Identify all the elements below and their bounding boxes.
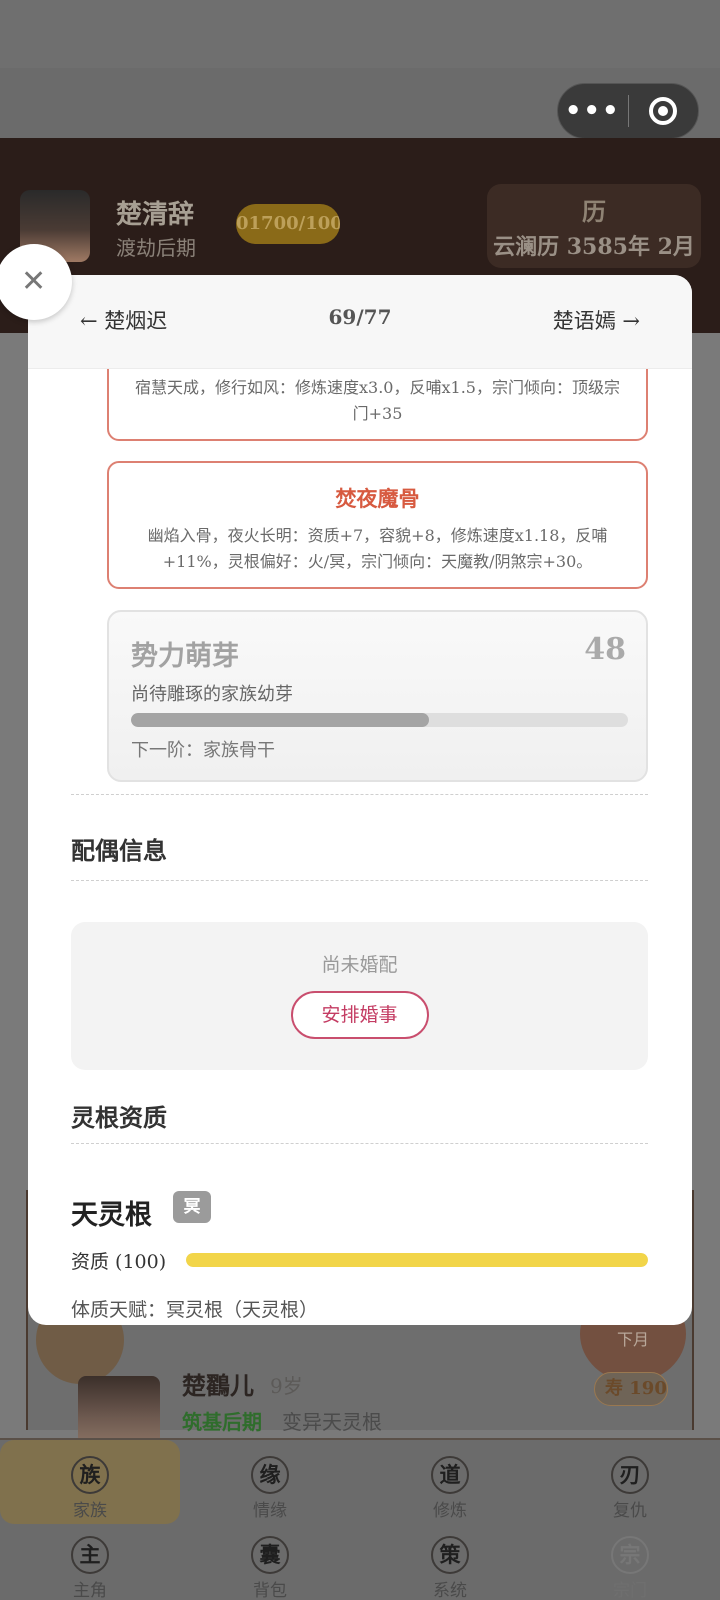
arrange-marriage-button[interactable]: 安排婚事 <box>290 991 429 1039</box>
trait-description: 宿慧天成，修行如风：修炼速度x3.0，反哺x1.5，宗门倾向：顶级宗门+35 <box>135 378 620 423</box>
calendar-icon: 历 <box>582 197 606 226</box>
spouse-section-title: 配偶信息 <box>71 836 167 865</box>
spirit-root-name: 天灵根 <box>71 1200 152 1231</box>
exp-badge: 01700/10000 <box>236 204 340 244</box>
aptitude-bar <box>186 1253 648 1267</box>
tab-family[interactable]: 族 家族 <box>50 1456 130 1521</box>
prev-member-link[interactable]: ← 楚烟迟 <box>80 305 167 335</box>
tab-label: 情缘 <box>253 1501 287 1521</box>
romance-icon: 缘 <box>251 1456 289 1494</box>
member-root: 变异天灵根 <box>282 1410 382 1434</box>
family-icon: 族 <box>71 1456 109 1494</box>
spouse-empty-text: 尚未婚配 <box>321 954 398 976</box>
cultivate-icon: 道 <box>431 1456 469 1494</box>
spouse-box: 尚未婚配 安排婚事 <box>71 922 648 1070</box>
trait-title: 焚夜魔骨 <box>335 486 420 511</box>
status-area <box>0 0 720 68</box>
member-avatar[interactable] <box>78 1376 160 1446</box>
power-rank-description: 尚待雕琢的家族幼芽 <box>131 684 293 705</box>
lifespan-badge: 寿 190年 <box>594 1372 668 1406</box>
close-program-icon[interactable] <box>629 97 699 125</box>
bottom-tab-bar: 族 家族 缘 情缘 道 修炼 刃 复仇 主 主角 囊 背包 策 系统 宗 宗门 <box>0 1438 720 1600</box>
member-realm: 筑基后期 <box>182 1410 262 1434</box>
power-rank-title: 势力萌芽 <box>131 641 239 672</box>
close-icon: ✕ <box>21 264 47 299</box>
power-progress-bar <box>131 713 628 727</box>
tab-backpack[interactable]: 囊 背包 <box>230 1536 310 1600</box>
tab-label: 家族 <box>73 1501 107 1521</box>
tab-label: 宗门 <box>613 1581 647 1600</box>
tab-cultivate[interactable]: 道 修炼 <box>410 1456 490 1521</box>
revenge-icon: 刃 <box>611 1456 649 1494</box>
next-member-link[interactable]: 楚语嫣 → <box>553 305 640 335</box>
power-progress-fill <box>131 713 430 727</box>
power-rank-card: 势力萌芽 48 尚待雕琢的家族幼芽 下一阶：家族骨干 <box>107 610 648 782</box>
power-next-rank: 下一阶：家族骨干 <box>131 740 275 761</box>
tab-label: 修炼 <box>433 1501 467 1521</box>
aptitude-label: 资质 (100) <box>71 1251 167 1273</box>
system-icon: 策 <box>431 1536 469 1574</box>
member-age: 9岁 <box>270 1374 303 1398</box>
protagonist-icon: 主 <box>71 1536 109 1574</box>
calendar-date: 云澜历 3585年 2月 <box>493 234 695 260</box>
character-name: 楚清辞 <box>116 200 195 230</box>
trait-card: 宿慧天成，修行如风：修炼速度x3.0，反哺x1.5，宗门倾向：顶级宗门+35 <box>107 369 648 441</box>
mini-program-capsule: ••• <box>557 83 699 139</box>
tab-protagonist[interactable]: 主 主角 <box>50 1536 130 1600</box>
power-score: 48 <box>584 632 626 667</box>
trait-description: 幽焰入骨，夜火长明：资质+7，容貌+8，修炼速度x1.18，反哺+11%，灵根偏… <box>147 526 608 571</box>
spirit-root-element-badge: 冥 <box>173 1191 211 1223</box>
section-divider <box>71 794 648 795</box>
tab-label: 主角 <box>73 1581 107 1600</box>
section-divider <box>71 880 648 881</box>
tab-label: 系统 <box>433 1581 467 1600</box>
section-divider <box>71 1143 648 1144</box>
modal-scroll-content[interactable]: 宿慧天成，修行如风：修炼速度x3.0，反哺x1.5，宗门倾向：顶级宗门+35 焚… <box>28 369 692 1325</box>
tab-label: 背包 <box>253 1581 287 1600</box>
root-section-title: 灵根资质 <box>71 1103 167 1132</box>
physique-talent: 体质天赋：冥灵根（天灵根） <box>71 1299 319 1321</box>
more-icon[interactable]: ••• <box>558 96 628 126</box>
tab-romance[interactable]: 缘 情缘 <box>230 1456 310 1521</box>
character-realm: 渡劫后期 <box>116 236 196 260</box>
aptitude-bar-fill <box>186 1253 648 1267</box>
tab-system[interactable]: 策 系统 <box>410 1536 490 1600</box>
sect-icon: 宗 <box>611 1536 649 1574</box>
tab-sect[interactable]: 宗 宗门 <box>590 1536 670 1600</box>
trait-card: 焚夜魔骨 幽焰入骨，夜火长明：资质+7，容貌+8，修炼速度x1.18，反哺+11… <box>107 461 648 589</box>
calendar-box[interactable]: 历 云澜历 3585年 2月 <box>487 184 701 268</box>
backpack-icon: 囊 <box>251 1536 289 1574</box>
member-detail-modal: ← 楚烟迟 69/77 楚语嫣 → 宿慧天成，修行如风：修炼速度x3.0，反哺x… <box>28 275 692 1325</box>
tab-revenge[interactable]: 刃 复仇 <box>590 1456 670 1521</box>
modal-header: ← 楚烟迟 69/77 楚语嫣 → <box>28 275 692 369</box>
next-month-label: 下月 <box>616 1330 649 1349</box>
tab-label: 复仇 <box>613 1501 647 1521</box>
member-name: 楚鸐儿 <box>182 1371 254 1400</box>
